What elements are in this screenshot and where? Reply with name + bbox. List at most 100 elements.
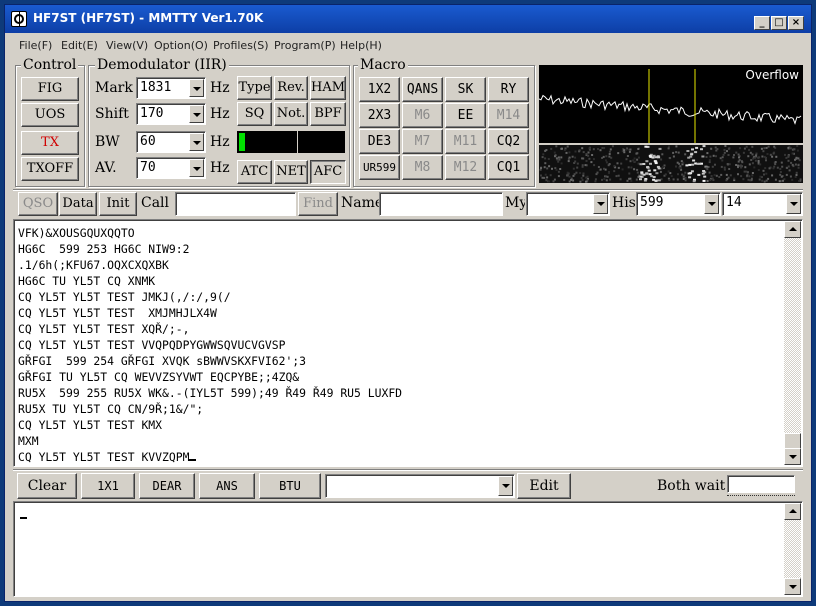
macro-button-sk[interactable]: SK <box>445 77 486 102</box>
waterfall-pixel <box>751 172 754 174</box>
app-icon[interactable] <box>11 11 27 27</box>
serial-select[interactable]: 14 <box>722 192 803 216</box>
macro-button-m12[interactable]: M12 <box>445 155 486 180</box>
minimize-icon[interactable]: _ <box>754 16 770 30</box>
waterfall-pixel <box>667 170 670 173</box>
qso-button[interactable]: QSO <box>18 192 58 216</box>
waterfall-pixel <box>672 155 675 158</box>
txoff-button[interactable]: TXOFF <box>21 157 79 181</box>
menu-view[interactable]: View(V) <box>106 39 148 52</box>
macro-button-ee[interactable]: EE <box>445 103 486 128</box>
not-button[interactable]: Not. <box>274 102 308 126</box>
macro-button-ry[interactable]: RY <box>488 77 529 102</box>
macro-ans-button[interactable]: ANS <box>199 473 255 499</box>
macro-button-ur599[interactable]: UR599 <box>359 155 400 180</box>
menu-profiles[interactable]: Profiles(S) <box>213 39 269 52</box>
scroll-up-icon[interactable] <box>784 503 801 520</box>
macro-button-m14[interactable]: M14 <box>488 103 529 128</box>
edit-button[interactable]: Edit <box>517 473 571 499</box>
waterfall-pixel <box>652 154 656 157</box>
sq-button[interactable]: SQ <box>237 102 272 126</box>
scroll-thumb[interactable] <box>784 433 801 449</box>
chevron-down-icon[interactable] <box>189 133 204 151</box>
macro-button-1x2[interactable]: 1X2 <box>359 77 400 102</box>
shift-select[interactable]: 170 <box>136 103 206 125</box>
macro-1x1-button[interactable]: 1X1 <box>81 473 135 499</box>
scroll-down-icon[interactable] <box>784 578 801 595</box>
maximize-icon[interactable]: □ <box>771 16 787 30</box>
transmit-scrollbar[interactable] <box>784 503 801 595</box>
my-rst-select[interactable] <box>526 192 610 216</box>
chevron-down-icon[interactable] <box>786 194 801 214</box>
macro-btu-button[interactable]: BTU <box>259 473 321 499</box>
macro-button-m6[interactable]: M6 <box>402 103 443 128</box>
net-button[interactable]: NET <box>274 160 308 184</box>
name-input[interactable] <box>379 192 503 216</box>
mark-select[interactable]: 1831 <box>136 77 206 99</box>
waterfall-pixel <box>608 153 611 155</box>
waterfall-pixel <box>797 164 800 167</box>
title-bar[interactable]: HF7ST (HF7ST) - MMTTY Ver1.70K _ □ × <box>5 5 811 33</box>
menu-option[interactable]: Option(O) <box>154 39 208 52</box>
type-button[interactable]: Type <box>237 76 272 100</box>
waterfall-pixel <box>726 163 729 166</box>
mark-label: Mark <box>95 80 133 96</box>
receive-text-area[interactable]: VFK)&XOUSGQUXQQTO HG6C 599 253 HG6C NIW9:… <box>13 219 803 467</box>
fig-button[interactable]: FIG <box>21 77 79 101</box>
macro-button-m8[interactable]: M8 <box>402 155 443 180</box>
waterfall-pixel <box>739 147 742 150</box>
av-select[interactable]: 70 <box>136 157 206 179</box>
menu-program[interactable]: Program(P) <box>274 39 336 52</box>
tx-button[interactable]: TX <box>21 131 79 155</box>
call-input[interactable] <box>175 192 296 216</box>
chevron-down-icon[interactable] <box>189 79 204 97</box>
receive-scrollbar[interactable] <box>784 221 801 465</box>
macro-button-cq1[interactable]: CQ1 <box>488 155 529 180</box>
waterfall-display[interactable] <box>539 145 803 183</box>
menu-file[interactable]: File(F) <box>19 39 52 52</box>
menu-edit[interactable]: Edit(E) <box>61 39 98 52</box>
macro-button-m11[interactable]: M11 <box>445 129 486 154</box>
waterfall-pixel <box>594 178 597 181</box>
waterfall-pixel <box>685 164 689 167</box>
macro-button-cq2[interactable]: CQ2 <box>488 129 529 154</box>
chevron-down-icon[interactable] <box>498 476 513 496</box>
scroll-down-icon[interactable] <box>784 448 801 465</box>
macro-button-de3[interactable]: DE3 <box>359 129 400 154</box>
find-button[interactable]: Find <box>298 192 338 216</box>
macro-dear-button[interactable]: DEAR <box>139 473 195 499</box>
data-button[interactable]: Data <box>59 192 97 216</box>
macro-button-2x3[interactable]: 2X3 <box>359 103 400 128</box>
waterfall-pixel <box>547 180 550 183</box>
menu-help[interactable]: Help(H) <box>340 39 382 52</box>
his-label: His <box>612 195 636 211</box>
bw-select[interactable]: 60 <box>136 131 206 153</box>
waterfall-pixel <box>547 158 550 160</box>
init-button[interactable]: Init <box>99 192 137 216</box>
waterfall-pixel <box>779 171 782 173</box>
waterfall-pixel <box>684 171 687 174</box>
chevron-down-icon[interactable] <box>593 194 608 214</box>
waterfall-pixel <box>735 164 738 166</box>
chevron-down-icon[interactable] <box>189 159 204 177</box>
atc-button[interactable]: ATC <box>237 160 272 184</box>
macro-select[interactable] <box>325 474 515 498</box>
close-icon[interactable]: × <box>788 16 804 30</box>
macro-button-m7[interactable]: M7 <box>402 129 443 154</box>
chevron-down-icon[interactable] <box>189 105 204 123</box>
spectrum-scope[interactable]: Overflow <box>539 65 803 143</box>
squelch-level-meter[interactable] <box>237 131 345 153</box>
uos-button[interactable]: UOS <box>21 103 79 127</box>
macro-button-qans[interactable]: QANS <box>402 77 443 102</box>
rev-button[interactable]: Rev. <box>274 76 308 100</box>
bpf-button[interactable]: BPF <box>310 102 346 126</box>
his-rst-select[interactable]: 599 <box>636 192 721 216</box>
chevron-down-icon[interactable] <box>704 194 719 214</box>
transmit-text-area[interactable] <box>13 501 803 597</box>
clear-button[interactable]: Clear <box>17 473 77 499</box>
ham-button[interactable]: HAM <box>310 76 346 100</box>
afc-button[interactable]: AFC <box>310 160 346 184</box>
waterfall-pixel <box>779 167 782 170</box>
scroll-up-icon[interactable] <box>784 221 801 238</box>
waterfall-pixel <box>572 179 575 182</box>
